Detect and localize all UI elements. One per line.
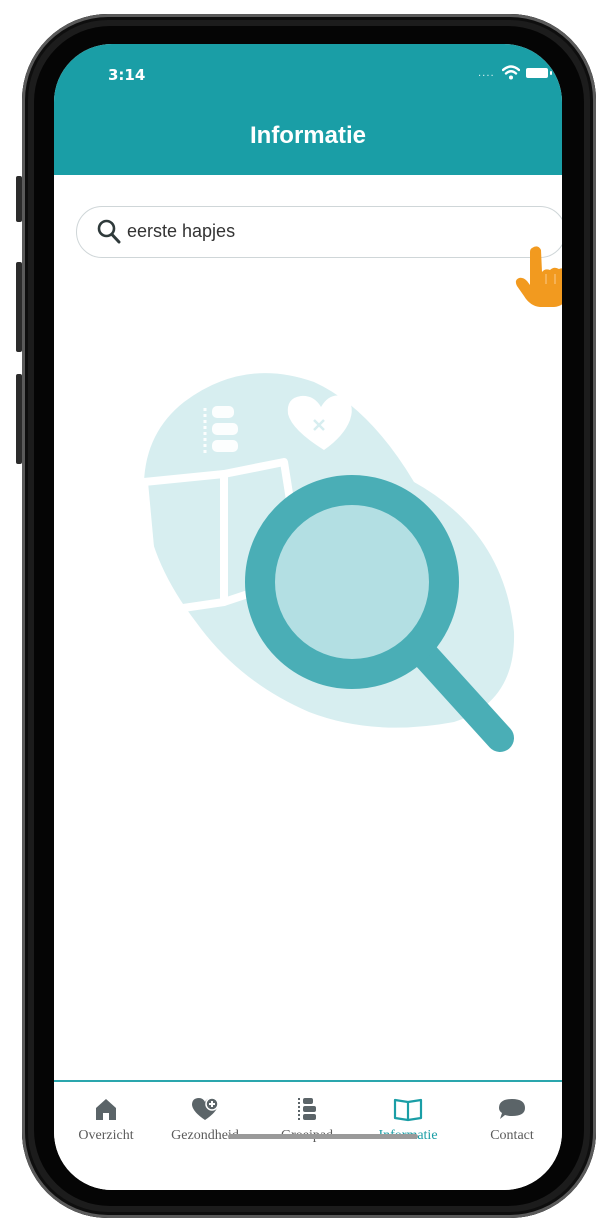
growth-path-icon	[298, 1098, 316, 1120]
signal-icon: ....	[478, 68, 495, 79]
tab-label: Overzicht	[78, 1128, 134, 1143]
wifi-icon	[502, 65, 520, 80]
page-title: Informatie	[249, 122, 366, 149]
search-icon	[97, 219, 121, 244]
battery-icon	[526, 68, 552, 78]
home-icon	[96, 1099, 116, 1120]
heart-plus-icon	[192, 1097, 219, 1120]
home-indicator	[228, 1134, 418, 1139]
search-illustration	[140, 373, 515, 752]
hand-pointer-icon	[515, 246, 562, 307]
tab-overzicht[interactable]: Overzicht	[58, 1096, 154, 1144]
chat-bubble-icon	[499, 1099, 525, 1119]
open-book-icon	[393, 1098, 423, 1122]
app-header: 3:14 .... Informatie	[54, 44, 562, 175]
tab-contact[interactable]: Contact	[464, 1096, 560, 1144]
search-input[interactable]: eerste hapjes	[76, 206, 562, 258]
search-value: eerste hapjes	[127, 221, 236, 241]
status-time: 3:14	[108, 66, 146, 84]
tab-label: Contact	[490, 1128, 534, 1143]
app-screen: 3:14 .... Informatie eerste hapjes Overz…	[54, 44, 562, 1190]
